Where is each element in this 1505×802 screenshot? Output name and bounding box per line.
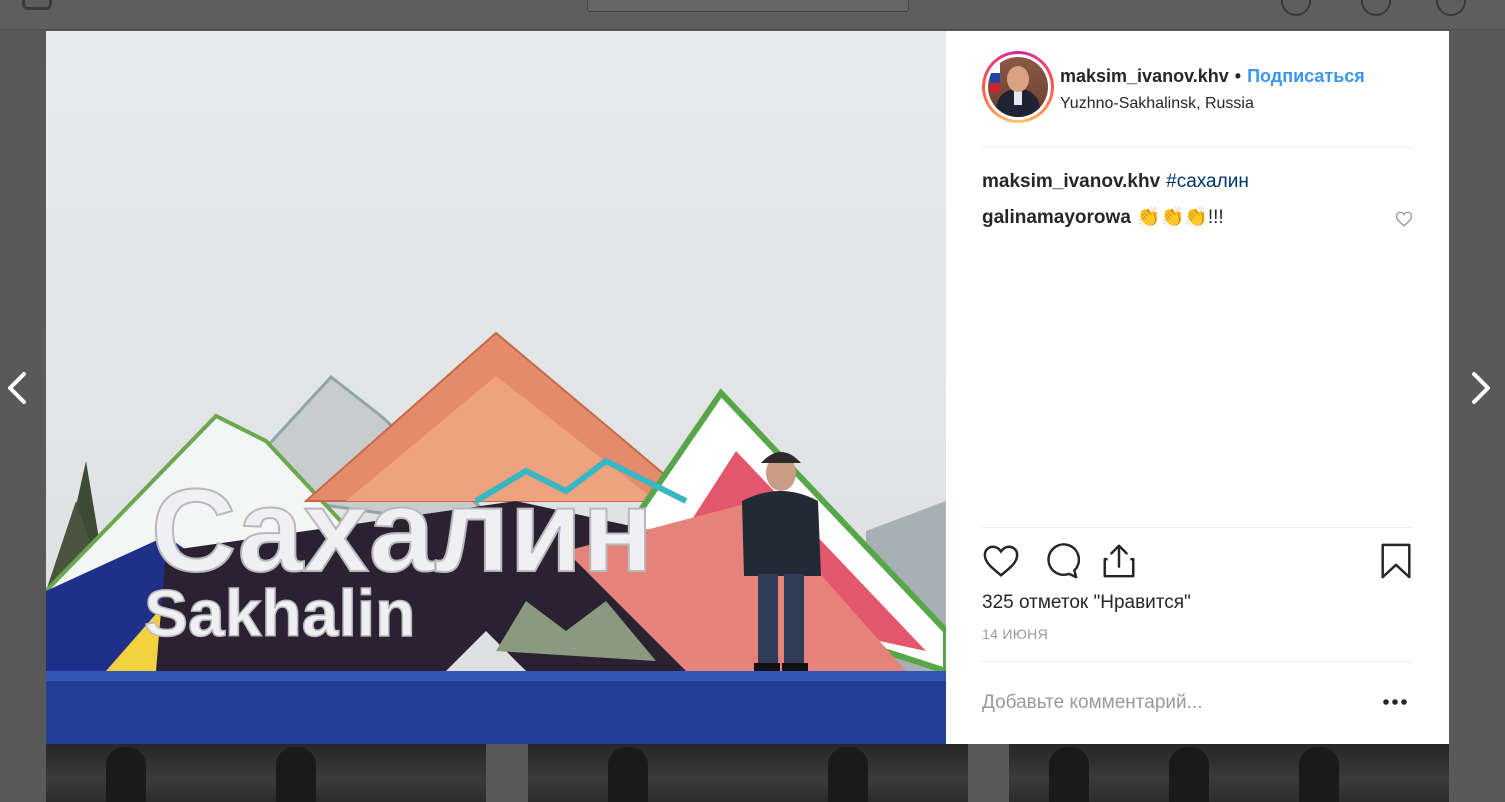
post-photo[interactable]: Сахалин Sakhalin bbox=[46, 31, 946, 744]
post-modal: Сахалин Sakhalin maksim_ivanov.khv • Под… bbox=[46, 31, 1449, 744]
next-post-button[interactable] bbox=[1464, 368, 1496, 408]
comment-item: galinamayorowa 👏👏👏!!! bbox=[982, 203, 1413, 233]
chevron-right-icon bbox=[1472, 372, 1490, 404]
bookmark-icon[interactable] bbox=[1377, 542, 1415, 580]
post-location[interactable]: Yuzhno-Sakhalinsk, Russia bbox=[1060, 95, 1254, 113]
avatar[interactable] bbox=[982, 51, 1054, 123]
chevron-left-icon bbox=[8, 372, 26, 404]
share-icon[interactable] bbox=[1100, 542, 1138, 580]
post-header: maksim_ivanov.khv • Подписаться Yuzhno-Sak… bbox=[982, 51, 1413, 148]
comment-input[interactable]: Добавьте комментарий... bbox=[982, 692, 1202, 714]
add-comment-area: Добавьте комментарий... bbox=[982, 661, 1413, 744]
profile-icon bbox=[1436, 0, 1466, 16]
post-sidebar: maksim_ivanov.khv • Подписаться Yuzhno-Sak… bbox=[946, 31, 1449, 744]
heart-icon[interactable] bbox=[982, 542, 1020, 580]
speech-bubble-icon[interactable] bbox=[1042, 542, 1080, 580]
more-dots-icon[interactable] bbox=[1381, 696, 1409, 708]
comment-like-heart-icon[interactable] bbox=[1395, 210, 1413, 228]
background-thumbnail bbox=[528, 744, 968, 802]
follow-button[interactable]: Подписаться bbox=[1247, 66, 1365, 86]
hashtag-link[interactable]: #сахалин bbox=[1166, 171, 1249, 192]
sign-text-latin: Sakhalin bbox=[144, 576, 415, 650]
background-thumbnail bbox=[1009, 744, 1449, 802]
separator-dot: • bbox=[1234, 66, 1242, 86]
comment-text: 👏👏👏!!! bbox=[1136, 207, 1224, 228]
sakhalin-sign-photo: Сахалин Sakhalin bbox=[46, 31, 946, 744]
action-bar: 325 отметок "Нравится" 14 ИЮНЯ bbox=[982, 527, 1413, 642]
post-date[interactable]: 14 ИЮНЯ bbox=[982, 626, 1413, 642]
explore-icon bbox=[1281, 0, 1311, 16]
like-count[interactable]: 325 отметок "Нравится" bbox=[982, 592, 1413, 614]
previous-post-button[interactable] bbox=[2, 368, 34, 408]
activity-heart-icon bbox=[1361, 0, 1391, 16]
instagram-logo-icon bbox=[22, 0, 52, 10]
comment-username[interactable]: maksim_ivanov.khv bbox=[982, 171, 1160, 192]
comment-username[interactable]: galinamayorowa bbox=[982, 207, 1131, 228]
background-top-bar bbox=[0, 0, 1505, 30]
background-search-box bbox=[587, 0, 909, 12]
comments-list: maksim_ivanov.khv #сахалин galinamayorowa… bbox=[982, 167, 1413, 239]
background-thumbnail bbox=[46, 744, 486, 802]
caption: maksim_ivanov.khv #сахалин bbox=[982, 167, 1413, 197]
post-username[interactable]: maksim_ivanov.khv bbox=[1060, 66, 1229, 86]
